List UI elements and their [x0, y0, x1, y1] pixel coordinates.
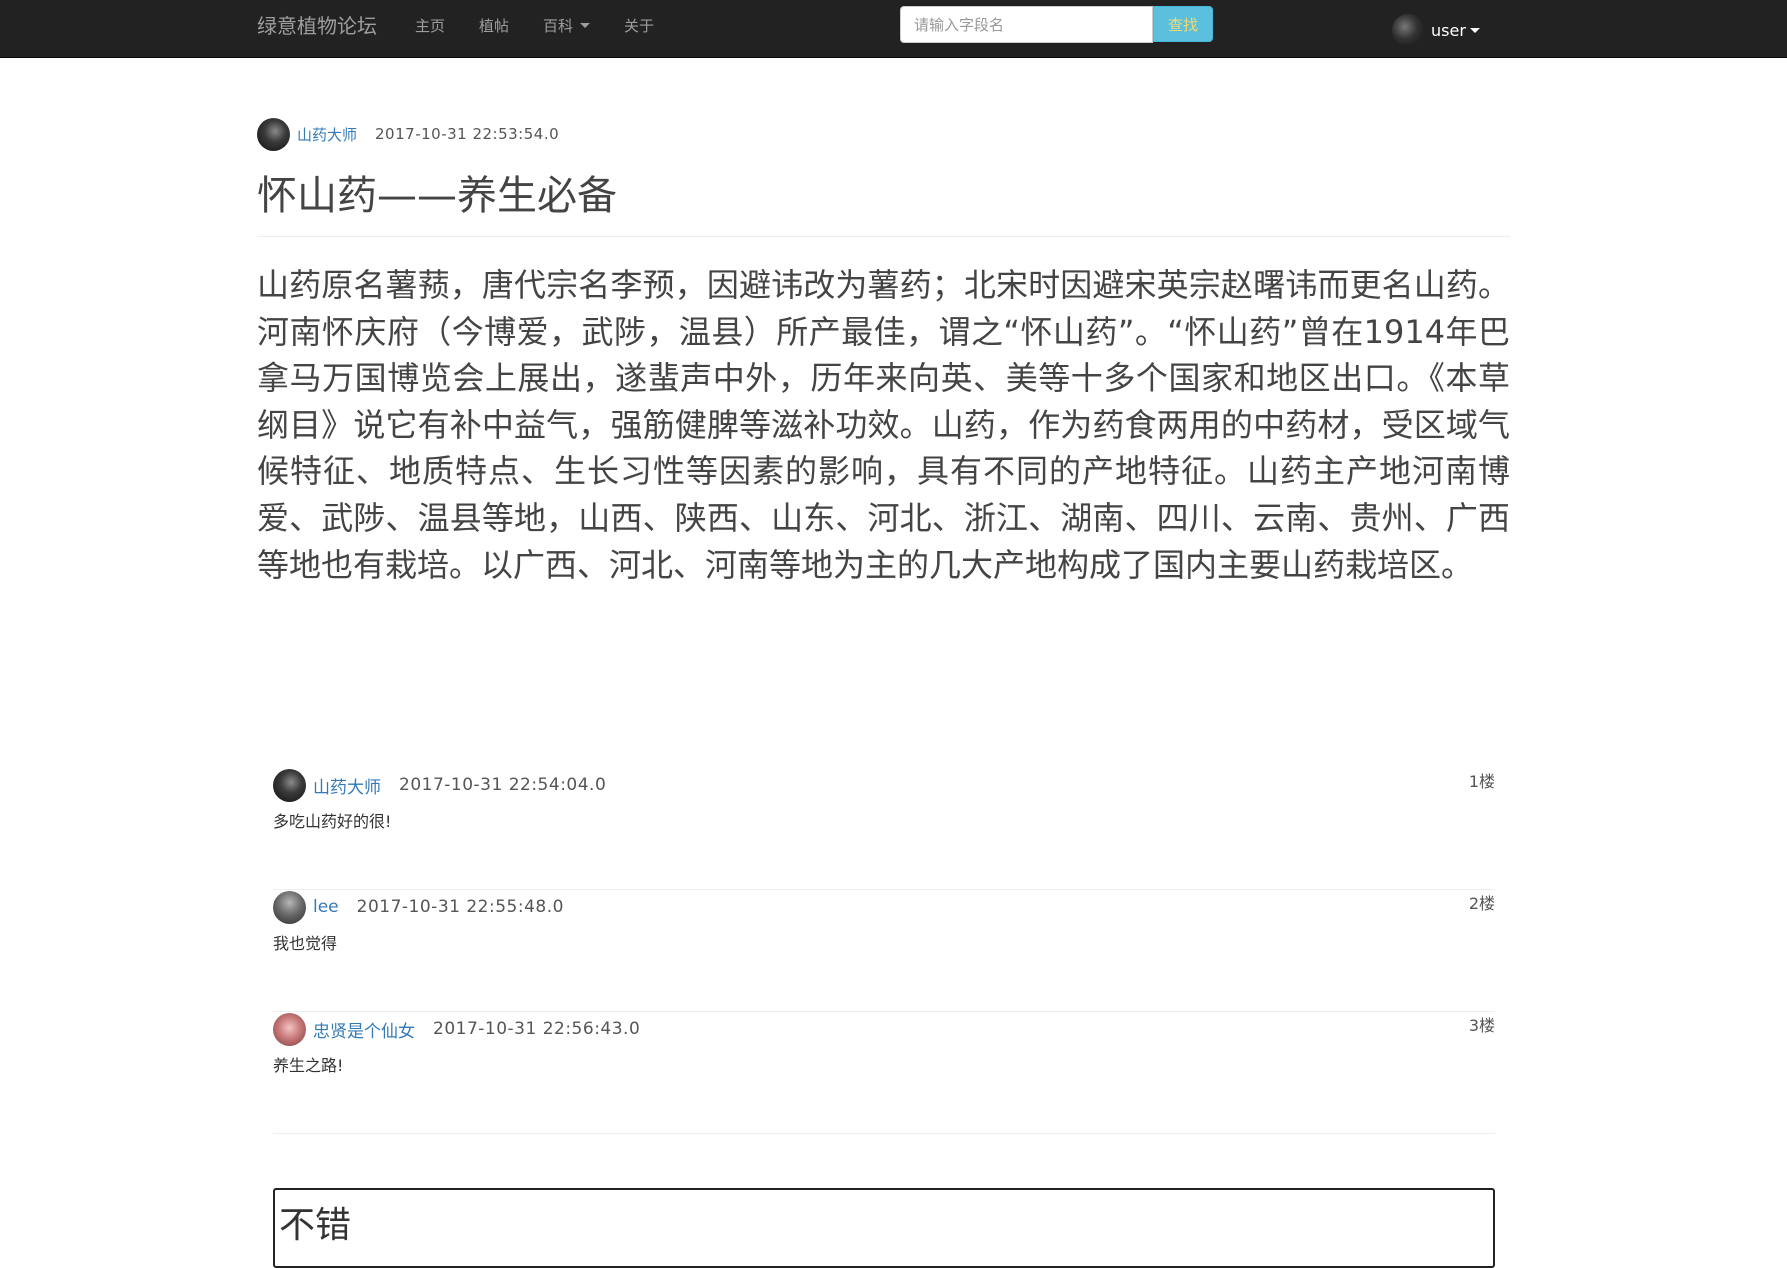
commenter-avatar[interactable] — [273, 890, 306, 924]
comment-author-link[interactable]: lee — [313, 897, 339, 917]
commenter-avatar[interactable] — [273, 768, 306, 802]
search-input[interactable] — [900, 6, 1153, 43]
comment-item: lee 2017-10-31 22:55:48.0 2楼 我也觉得 — [273, 890, 1495, 1012]
user-avatar-icon — [1392, 14, 1424, 46]
nav-item-label: 主页 — [415, 17, 446, 35]
nav-item-label: 关于 — [624, 17, 655, 35]
reply-textarea[interactable]: 不错 — [273, 1188, 1495, 1268]
nav-menu: 主页 植帖 百科 关于 — [415, 0, 688, 57]
post-title: 怀山药——养生必备 — [257, 173, 617, 219]
comment-author-link[interactable]: 忠贤是个仙女 — [313, 1017, 415, 1042]
comment-text: 多吃山药好的很! — [273, 812, 392, 831]
comment-text: 养生之路! — [273, 1056, 344, 1075]
nav-item-home[interactable]: 主页 — [415, 15, 445, 42]
floor-number: 3楼 — [1468, 1016, 1495, 1035]
post-author-link[interactable]: 山药大师 — [297, 124, 357, 145]
nav-item-label: 百科 — [543, 17, 574, 35]
navbar: 绿意植物论坛 主页 植帖 百科 关于 查找 user — [0, 0, 1787, 58]
comment-timestamp: 2017-10-31 22:56:43.0 — [433, 1019, 641, 1039]
comment-timestamp: 2017-10-31 22:55:48.0 — [356, 897, 564, 917]
user-menu[interactable]: user — [1392, 14, 1480, 46]
caret-down-icon — [1469, 27, 1480, 33]
user-name: user — [1431, 20, 1466, 40]
search-button[interactable]: 查找 — [1153, 6, 1213, 42]
comment-author-link[interactable]: 山药大师 — [313, 773, 381, 798]
nav-item-about[interactable]: 关于 — [624, 15, 654, 42]
post-author-line: 山药大师 2017-10-31 22:53:54.0 — [257, 117, 559, 151]
comment-item: 忠贤是个仙女 2017-10-31 22:56:43.0 3楼 养生之路! — [273, 1012, 1495, 1134]
comment-timestamp: 2017-10-31 22:54:04.0 — [399, 775, 607, 795]
author-avatar[interactable] — [257, 117, 290, 151]
nav-item-posts[interactable]: 植帖 — [479, 15, 509, 42]
comment-header: 山药大师 2017-10-31 22:54:04.0 — [273, 768, 606, 802]
nav-item-encyclopedia[interactable]: 百科 — [543, 15, 591, 42]
comment-header: 忠贤是个仙女 2017-10-31 22:56:43.0 — [273, 1012, 640, 1046]
brand-logo[interactable]: 绿意植物论坛 — [257, 0, 377, 57]
post-timestamp: 2017-10-31 22:53:54.0 — [375, 125, 560, 143]
nav-item-label: 植帖 — [479, 17, 510, 35]
comment-text: 我也觉得 — [273, 934, 338, 953]
floor-number: 1楼 — [1468, 772, 1495, 791]
commenter-avatar[interactable] — [273, 1012, 306, 1046]
caret-down-icon — [580, 23, 591, 28]
comment-header: lee 2017-10-31 22:55:48.0 — [273, 890, 564, 924]
title-divider — [257, 236, 1510, 237]
floor-number: 2楼 — [1468, 894, 1495, 913]
comment-item: 山药大师 2017-10-31 22:54:04.0 1楼 多吃山药好的很! — [273, 768, 1495, 890]
post-body: 山药原名薯蓣，唐代宗名李预，因避讳改为薯药；北宋时因避宋英宗赵曙讳而更名山药。河… — [257, 266, 1510, 584]
